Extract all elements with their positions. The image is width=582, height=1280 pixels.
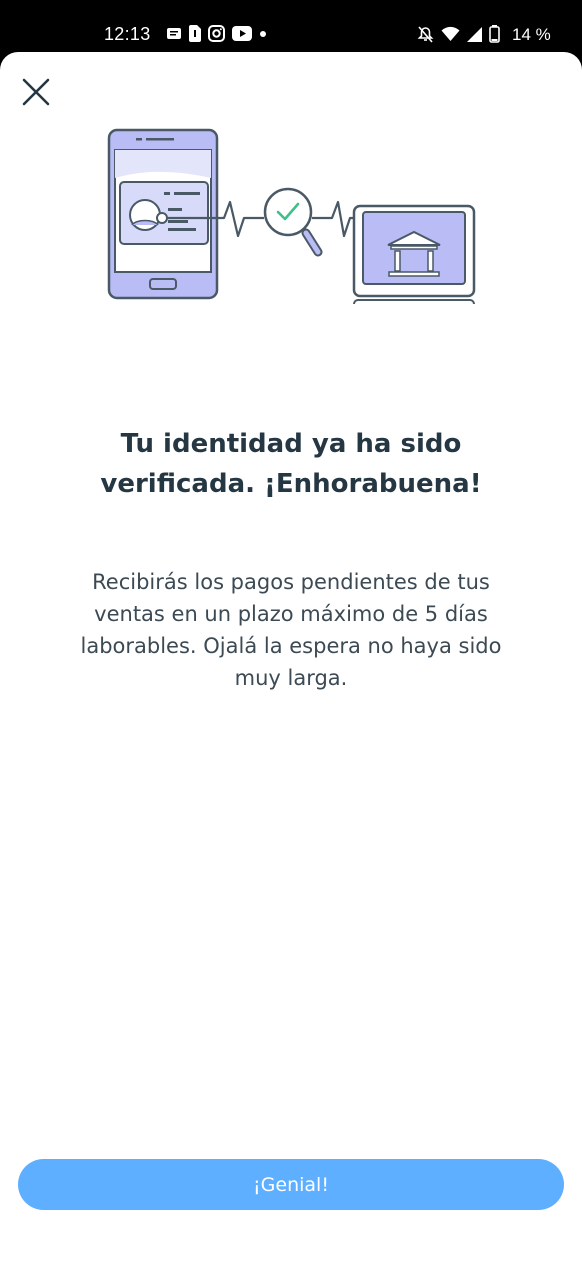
battery-percent: 14 %: [512, 25, 551, 44]
page-title: Tu identidad ya ha sido verificada. ¡Enh…: [40, 424, 542, 504]
mute-icon: [417, 25, 434, 43]
dot-icon: [260, 30, 266, 37]
youtube-icon: [232, 26, 252, 41]
close-button[interactable]: [14, 70, 58, 114]
close-icon: [22, 78, 50, 106]
title-line: Tu identidad ya ha sido: [120, 429, 462, 459]
description-line: laborables. Ojalá la espera no haya sido: [80, 634, 502, 658]
bank-computer-icon: [352, 204, 476, 304]
battery-icon: [489, 25, 500, 43]
status-left-icons: [166, 25, 267, 42]
genial-button[interactable]: ¡Genial!: [18, 1159, 564, 1210]
description-text: Recibirás los pagos pendientes de tus ve…: [50, 566, 532, 694]
signal-icon: [467, 26, 482, 42]
status-time: 12:13: [104, 24, 151, 44]
instagram-icon: [208, 25, 225, 42]
status-right-icons: [417, 25, 500, 43]
description-line: ventas en un plazo máximo de 5 días: [94, 602, 488, 626]
sim-icon: [189, 25, 201, 42]
description-line: Recibirás los pagos pendientes de tus: [92, 570, 490, 594]
message-icon: [167, 27, 181, 39]
wifi-icon: [441, 26, 460, 41]
identity-verification-illustration: [107, 128, 476, 304]
title-line: verificada. ¡Enhorabuena!: [100, 469, 482, 499]
description-line: muy larga.: [234, 666, 348, 690]
magnifier-check-icon: [263, 187, 323, 257]
status-bar: 12:13 14 %: [0, 0, 582, 56]
